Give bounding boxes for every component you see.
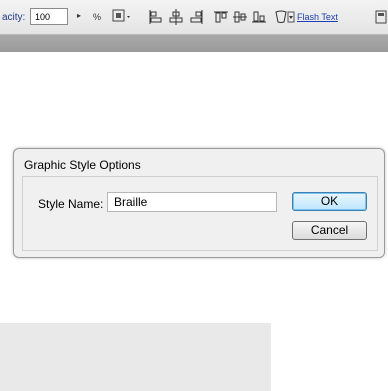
opacity-label: acity: bbox=[2, 12, 26, 23]
align-middle-icon[interactable] bbox=[232, 8, 248, 26]
align-top-icon[interactable] bbox=[213, 8, 229, 26]
align-right-icon[interactable] bbox=[188, 8, 204, 26]
graphic-style-options-dialog: Graphic Style Options Style Name: OK Can… bbox=[13, 148, 385, 258]
envelope-icon[interactable] bbox=[274, 8, 296, 26]
dialog-title: Graphic Style Options bbox=[24, 158, 141, 172]
transform-icon[interactable] bbox=[111, 8, 133, 26]
align-left-icon[interactable] bbox=[148, 8, 164, 26]
style-name-input[interactable] bbox=[107, 192, 277, 212]
control-bar: acity: ▸ % Flash Text bbox=[0, 0, 388, 35]
ok-button[interactable]: OK bbox=[292, 192, 367, 211]
align-center-icon[interactable] bbox=[168, 8, 184, 26]
artboard bbox=[0, 323, 271, 391]
align-bottom-icon[interactable] bbox=[251, 8, 267, 26]
opacity-input[interactable] bbox=[30, 8, 68, 25]
percent-symbol: % bbox=[93, 12, 102, 22]
tab-strip bbox=[0, 35, 388, 52]
dialog-panel: Style Name: OK Cancel bbox=[22, 176, 378, 251]
style-name-label: Style Name: bbox=[38, 197, 104, 211]
cancel-button[interactable]: Cancel bbox=[292, 221, 367, 240]
flash-text-link[interactable]: Flash Text bbox=[297, 12, 338, 22]
dock-icon[interactable] bbox=[374, 8, 388, 26]
opacity-arrow-icon[interactable]: ▸ bbox=[77, 11, 81, 20]
